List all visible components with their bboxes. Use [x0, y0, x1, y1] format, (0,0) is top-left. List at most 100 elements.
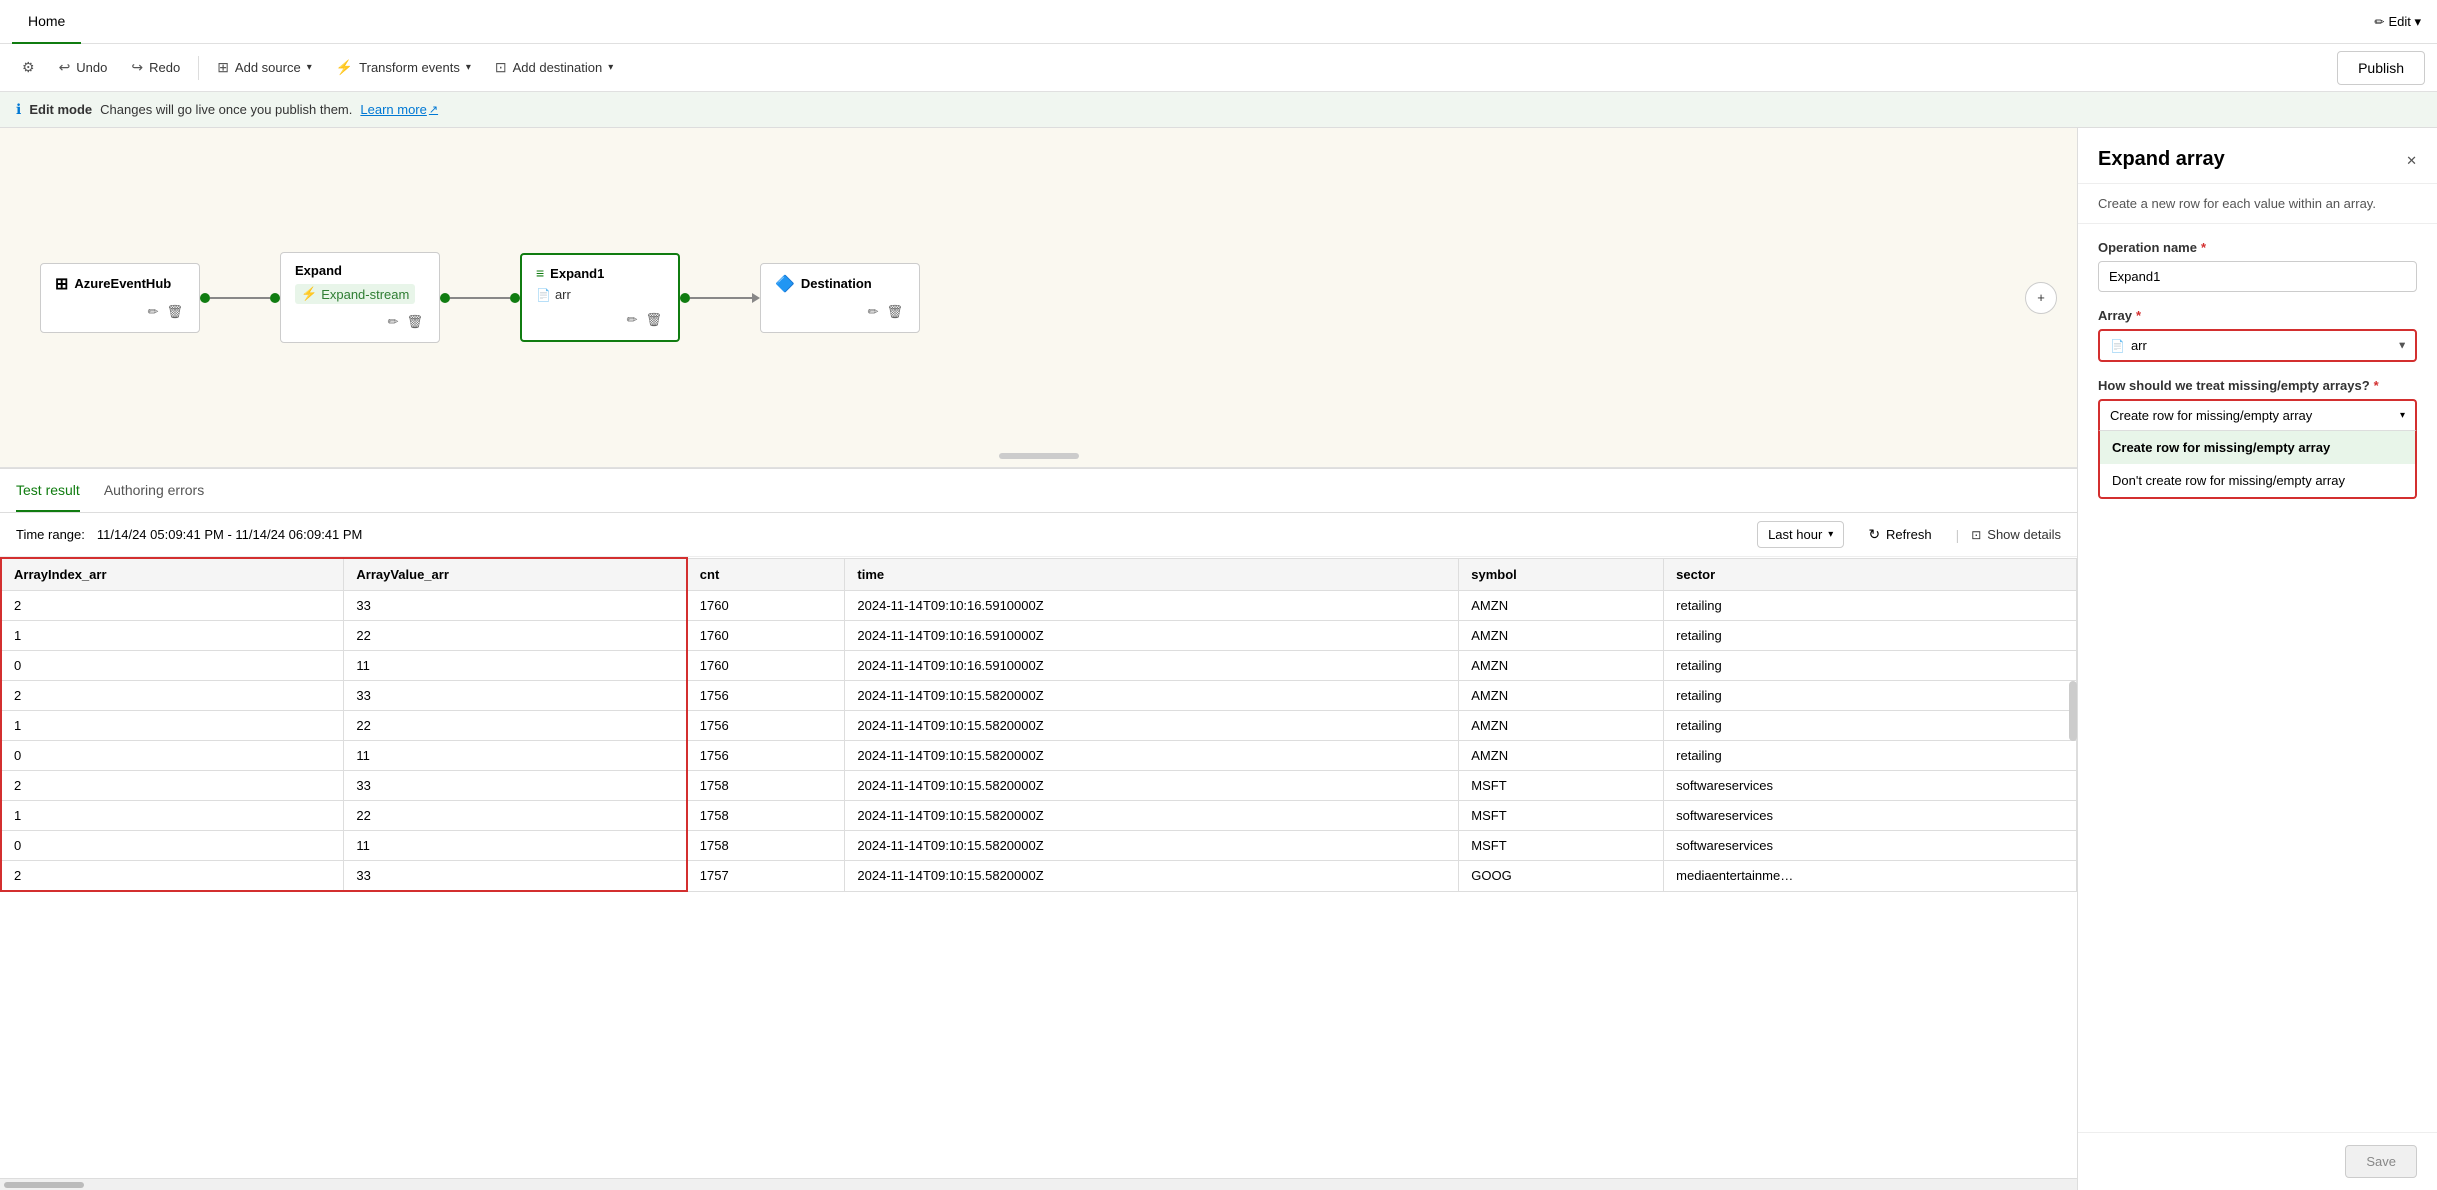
redo-button[interactable]: ↪ Redo	[121, 53, 190, 82]
add-destination-chevron: ▾	[608, 62, 613, 73]
table-cell: MSFT	[1459, 801, 1664, 831]
table-cell: AMZN	[1459, 681, 1664, 711]
operation-name-input[interactable]	[2098, 261, 2417, 292]
required-marker: *	[2201, 240, 2206, 255]
delete-destination-btn[interactable]: 🗑	[884, 302, 905, 322]
array-label: Array *	[2098, 308, 2417, 323]
transform-events-button[interactable]: ⚡ Transform events ▾	[326, 53, 481, 82]
table-cell: 22	[344, 621, 687, 651]
external-link-icon: ↗	[429, 103, 438, 116]
dropdown-option-create[interactable]: Create row for missing/empty array	[2100, 431, 2415, 464]
table-cell: 33	[344, 771, 687, 801]
col-header-ArrayIndex_arr: ArrayIndex_arr	[1, 558, 344, 591]
table-cell: retailing	[1664, 741, 2077, 771]
edit-destination-btn[interactable]: ✏	[866, 302, 881, 322]
table-cell: 11	[344, 831, 687, 861]
undo-button[interactable]: ↩ Undo	[49, 53, 118, 82]
table-cell: softwareservices	[1664, 771, 2077, 801]
table-cell: 0	[1, 831, 344, 861]
table-cell: 2024-11-14T09:10:15.5820000Z	[845, 681, 1459, 711]
right-panel-header: Expand array ✕	[2078, 128, 2437, 184]
tab-authoring-errors[interactable]: Authoring errors	[104, 470, 204, 512]
undo-icon: ↩	[59, 59, 71, 76]
expand1-icon: ≡	[536, 265, 544, 281]
azure-event-hub-title: ⊞ AzureEventHub	[55, 274, 185, 294]
add-destination-button[interactable]: ⊡ Add destination ▾	[485, 53, 623, 82]
arr-icon: 📄	[536, 288, 551, 302]
settings-button[interactable]: ⚙	[12, 53, 45, 82]
table-cell: 1758	[687, 801, 845, 831]
tab-test-result[interactable]: Test result	[16, 470, 80, 512]
edit-azure-btn[interactable]: ✏	[146, 302, 161, 322]
time-range-label: Time range:	[16, 527, 85, 542]
add-destination-icon: ⊡	[495, 59, 507, 76]
array-required-marker: *	[2136, 308, 2141, 323]
table-row: 23317582024-11-14T09:10:15.5820000ZMSFTs…	[1, 771, 2077, 801]
transform-chevron: ▾	[466, 62, 471, 73]
table-cell: 1758	[687, 771, 845, 801]
dropdown-option-dont-create[interactable]: Don't create row for missing/empty array	[2100, 464, 2415, 497]
refresh-button[interactable]: ↻ Refresh	[1856, 521, 1943, 548]
table-cell: 2024-11-14T09:10:15.5820000Z	[845, 831, 1459, 861]
table-row: 23317562024-11-14T09:10:15.5820000ZAMZNr…	[1, 681, 2077, 711]
col-header-cnt: cnt	[687, 558, 845, 591]
table-cell: 1	[1, 711, 344, 741]
right-panel-footer: Save	[2078, 1132, 2437, 1190]
edit-expand1-btn[interactable]: ✏	[625, 310, 640, 330]
table-cell: 1757	[687, 861, 845, 892]
flow-diagram: ⊞ AzureEventHub ✏ 🗑 Expand	[0, 128, 2077, 468]
table-cell: retailing	[1664, 591, 2077, 621]
show-details-button[interactable]: ⊡ Show details	[1971, 527, 2061, 542]
delete-expand1-btn[interactable]: 🗑	[643, 310, 664, 330]
table-cell: 22	[344, 801, 687, 831]
delete-expand-btn[interactable]: 🗑	[404, 312, 425, 332]
table-cell: 2024-11-14T09:10:15.5820000Z	[845, 711, 1459, 741]
plus-icon: +	[2037, 290, 2045, 305]
table-cell: 0	[1, 741, 344, 771]
panel-toolbar: Time range: 11/14/24 05:09:41 PM - 11/14…	[0, 513, 2077, 557]
learn-more-link[interactable]: Learn more ↗	[360, 102, 438, 117]
table-cell: softwareservices	[1664, 831, 2077, 861]
right-panel-description: Create a new row for each value within a…	[2078, 184, 2437, 224]
expand-node[interactable]: Expand ⚡ Expand-stream ✏ 🗑	[280, 252, 440, 343]
canvas-area: ⊞ AzureEventHub ✏ 🗑 Expand	[0, 128, 2077, 1190]
edit-button[interactable]: ✏ Edit ▾	[2374, 14, 2421, 30]
save-button[interactable]: Save	[2345, 1145, 2417, 1178]
publish-button[interactable]: Publish	[2337, 51, 2425, 85]
missing-array-value: Create row for missing/empty array	[2110, 408, 2400, 423]
azure-event-hub-node[interactable]: ⊞ AzureEventHub ✏ 🗑	[40, 263, 200, 333]
time-selector[interactable]: Last hour ▾	[1757, 521, 1844, 548]
table-cell: 1760	[687, 591, 845, 621]
expand1-node[interactable]: ≡ Expand1 📄 arr ✏ 🗑	[520, 253, 680, 342]
delete-azure-btn[interactable]: 🗑	[164, 302, 185, 322]
missing-array-select[interactable]: Create row for missing/empty array ▾	[2100, 401, 2415, 430]
operation-name-group: Operation name *	[2098, 240, 2417, 292]
data-table-wrapper: ArrayIndex_arr ArrayValue_arr cnt time s…	[0, 557, 2077, 1178]
add-node-button[interactable]: +	[2025, 282, 2057, 314]
info-bar: ℹ Edit mode Changes will go live once yo…	[0, 92, 2437, 128]
edit-expand-btn[interactable]: ✏	[386, 312, 401, 332]
table-cell: 2	[1, 681, 344, 711]
table-cell: retailing	[1664, 711, 2077, 741]
right-panel-title: Expand array	[2098, 148, 2225, 171]
time-range-value: 11/14/24 05:09:41 PM - 11/14/24 06:09:41…	[97, 527, 362, 542]
table-cell: GOOG	[1459, 861, 1664, 892]
table-cell: retailing	[1664, 621, 2077, 651]
close-panel-button[interactable]: ✕	[2406, 149, 2417, 170]
horizontal-scrollbar[interactable]	[0, 1178, 2077, 1190]
h-scroll-thumb	[4, 1182, 84, 1188]
close-icon: ✕	[2406, 153, 2417, 168]
array-group: Array * 📄 arr ▾	[2098, 308, 2417, 362]
array-select[interactable]: 📄 arr ▾	[2098, 329, 2417, 362]
table-cell: AMZN	[1459, 621, 1664, 651]
table-cell: AMZN	[1459, 651, 1664, 681]
table-cell: MSFT	[1459, 771, 1664, 801]
table-row: 12217562024-11-14T09:10:15.5820000ZAMZNr…	[1, 711, 2077, 741]
col-header-symbol: symbol	[1459, 558, 1664, 591]
destination-node[interactable]: 🔷 Destination ✏ 🗑	[760, 263, 920, 333]
table-cell: 2024-11-14T09:10:16.5910000Z	[845, 621, 1459, 651]
add-source-button[interactable]: ⊞ Add source ▾	[207, 53, 322, 82]
info-icon: ℹ	[16, 101, 21, 118]
tab-home[interactable]: Home	[12, 0, 81, 44]
table-cell: 1758	[687, 831, 845, 861]
